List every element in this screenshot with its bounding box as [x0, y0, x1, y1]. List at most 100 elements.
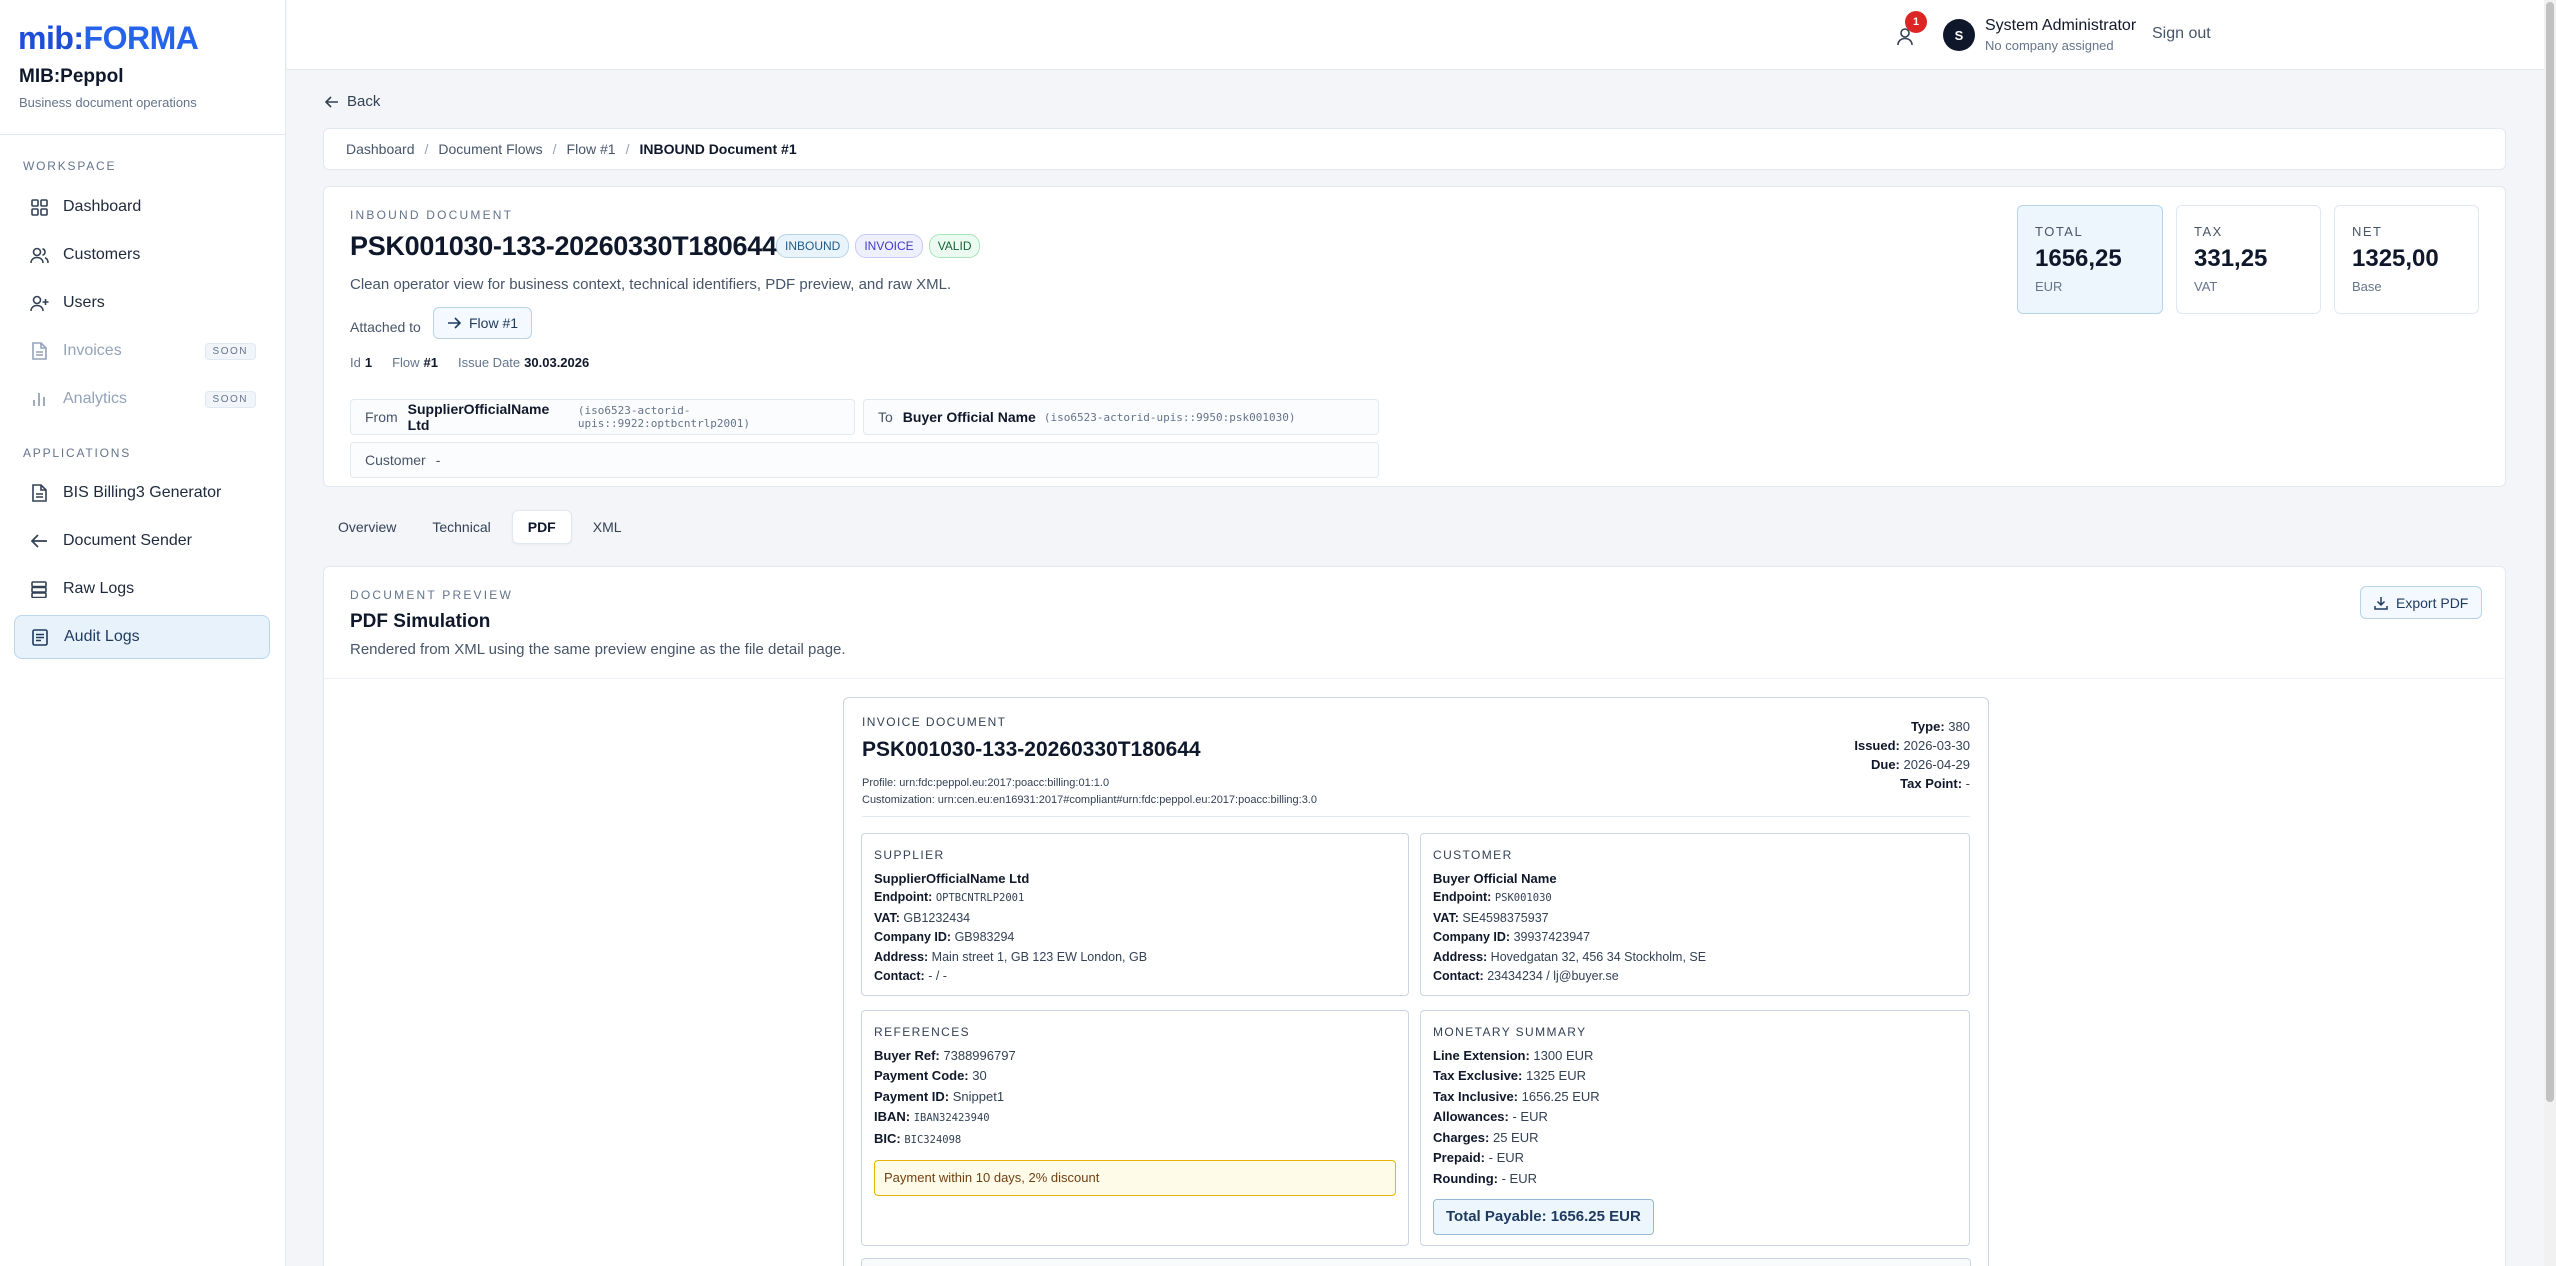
sidebar-item-customers[interactable]: Customers: [14, 233, 270, 277]
breadcrumb-dashboard[interactable]: Dashboard: [346, 141, 415, 157]
field-value: - EUR: [1501, 1170, 1537, 1186]
user-name: System Administrator: [1985, 17, 2137, 34]
field-value: PSK001030: [1494, 892, 1552, 904]
tab-technical[interactable]: Technical: [417, 510, 505, 544]
field-value: 7388996797: [943, 1047, 1016, 1063]
flow-link-label: Flow #1: [469, 315, 519, 331]
sign-out-button[interactable]: Sign out: [2152, 25, 2211, 43]
arrow-right-icon: [448, 317, 461, 329]
breadcrumb-flow[interactable]: Flow #1: [567, 141, 616, 157]
tab-xml[interactable]: XML: [578, 510, 637, 544]
field-label: Allowances:: [1433, 1109, 1509, 1124]
status-badge: VALID: [928, 234, 981, 258]
breadcrumb-document-flows[interactable]: Document Flows: [438, 141, 542, 157]
taxpoint-label: Tax Point:: [1900, 776, 1963, 791]
meta-flow-value: #1: [423, 355, 438, 370]
type-badge: INVOICE: [855, 234, 923, 258]
sidebar-item-raw-logs[interactable]: Raw Logs: [14, 567, 270, 611]
field-label: Buyer Ref:: [874, 1047, 940, 1063]
database-icon: [29, 579, 49, 599]
total-payable: Total Payable: 1656.25 EUR: [1433, 1199, 1654, 1235]
sidebar-item-invoices: Invoices SOON: [14, 329, 270, 373]
field-label: Endpoint:: [1433, 890, 1492, 904]
kpi-unit: VAT: [2194, 279, 2218, 294]
field-label: Endpoint:: [874, 890, 933, 904]
field-label: Rounding:: [1433, 1170, 1498, 1186]
meta-issue-value: 30.03.2026: [524, 355, 590, 370]
field-value: Hovedgatan 32, 456 34 Stockholm, SE: [1490, 949, 1707, 964]
meta-issue-date: Issue Date 30.03.2026: [458, 355, 589, 370]
tab-pdf[interactable]: PDF: [511, 510, 572, 544]
sidebar-item-label: Customers: [63, 246, 141, 263]
logo-part-1: mib:: [18, 20, 84, 56]
to-label: To: [878, 409, 893, 425]
breadcrumb-separator: /: [424, 141, 429, 157]
document-icon: [29, 483, 49, 503]
field-value: 23434234 / lj@buyer.se: [1487, 969, 1619, 983]
sidebar-item-label: Audit Logs: [64, 628, 140, 645]
field-label: VAT:: [874, 910, 900, 925]
app-subtitle: Business document operations: [19, 95, 197, 110]
kpi-unit: Base: [2352, 279, 2382, 294]
charges: Charges: 25 EUR: [1433, 1128, 1957, 1149]
breadcrumb: Dashboard / Document Flows / Flow #1 / INBO…: [323, 128, 2506, 170]
supplier-contact: Contact: - / -: [874, 967, 1396, 987]
back-button[interactable]: Back: [325, 93, 380, 110]
field-value: Snippet1: [952, 1088, 1005, 1104]
field-label: Prepaid:: [1433, 1150, 1486, 1165]
pdf-preview-card: DOCUMENT PREVIEW PDF Simulation Rendered…: [323, 566, 2506, 1266]
from-party: From SupplierOfficialName Ltd (iso6523-a…: [350, 399, 855, 435]
field-label: Payment ID:: [874, 1088, 950, 1104]
brand-logo[interactable]: mib:FORMA: [18, 20, 199, 57]
field-value: SE4598375937: [1462, 910, 1549, 925]
document-eyebrow: INBOUND DOCUMENT: [350, 208, 514, 222]
customer-label: Customer: [365, 452, 426, 468]
invoice-eyebrow: INVOICE DOCUMENT: [862, 715, 1007, 729]
tab-overview[interactable]: Overview: [323, 510, 411, 544]
preview-header: DOCUMENT PREVIEW PDF Simulation Rendered…: [324, 567, 2505, 679]
kpi-value: 1325,00: [2352, 245, 2439, 272]
invoice-dates: Type: 380 Issued: 2026-03-30 Due: 2026-0…: [1854, 717, 1970, 793]
rounding: Rounding: - EUR: [1433, 1169, 1957, 1190]
kpi-net: NET 1325,00 Base: [2334, 205, 2479, 314]
allowances: Allowances: - EUR: [1433, 1107, 1957, 1128]
type-value: 380: [1948, 719, 1970, 734]
flow-link-button[interactable]: Flow #1: [433, 307, 533, 339]
customer-company-id: Company ID: 39937423947: [1433, 928, 1957, 948]
customer-field: Customer -: [350, 442, 1379, 478]
meta-id-label: Id: [350, 355, 361, 370]
avatar[interactable]: S: [1943, 19, 1975, 51]
direction-badge: INBOUND: [776, 234, 850, 258]
field-value: GB983294: [954, 930, 1015, 944]
sidebar-item-audit-logs[interactable]: Audit Logs: [14, 615, 270, 659]
sidebar-item-users[interactable]: Users: [14, 281, 270, 325]
breadcrumb-separator: /: [552, 141, 557, 157]
sidebar-item-bis-billing3-generator[interactable]: BIS Billing3 Generator: [14, 471, 270, 515]
customer-value: -: [435, 452, 441, 468]
kpi-total: TOTAL 1656,25 EUR: [2017, 205, 2163, 314]
kpi-label: TOTAL: [2035, 224, 2084, 239]
iban: IBAN: IBAN32423940: [874, 1107, 1396, 1129]
field-value: IBAN32423940: [913, 1112, 990, 1124]
supplier-company-id: Company ID: GB983294: [874, 928, 1396, 948]
document-tabs: Overview Technical PDF XML: [323, 510, 637, 544]
field-label: VAT:: [1433, 910, 1459, 925]
sidebar-item-document-sender[interactable]: Document Sender: [14, 519, 270, 563]
list-doc-icon: [30, 627, 50, 647]
document-description: Clean operator view for business context…: [350, 276, 952, 293]
field-value: 1656.25 EUR: [1521, 1088, 1600, 1104]
export-pdf-button[interactable]: Export PDF: [2360, 586, 2483, 619]
payment-terms-note: Payment within 10 days, 2% discount: [874, 1160, 1396, 1196]
document-icon: [29, 341, 49, 361]
preview-title: PDF Simulation: [350, 611, 491, 632]
field-label: Company ID:: [1433, 930, 1511, 944]
field-value: - / -: [928, 969, 947, 983]
references-box: REFERENCES Buyer Ref: 7388996797 Payment…: [861, 1010, 1409, 1246]
sidebar-item-dashboard[interactable]: Dashboard: [14, 185, 270, 229]
kpi-label: TAX: [2194, 224, 2223, 239]
field-value: 30: [972, 1068, 987, 1083]
from-name: SupplierOfficialName Ltd: [407, 401, 550, 433]
section-title-applications: APPLICATIONS: [23, 446, 132, 460]
customer-endpoint: Endpoint: PSK001030: [1433, 888, 1957, 909]
scrollbar-thumb[interactable]: [2546, 2, 2554, 1102]
